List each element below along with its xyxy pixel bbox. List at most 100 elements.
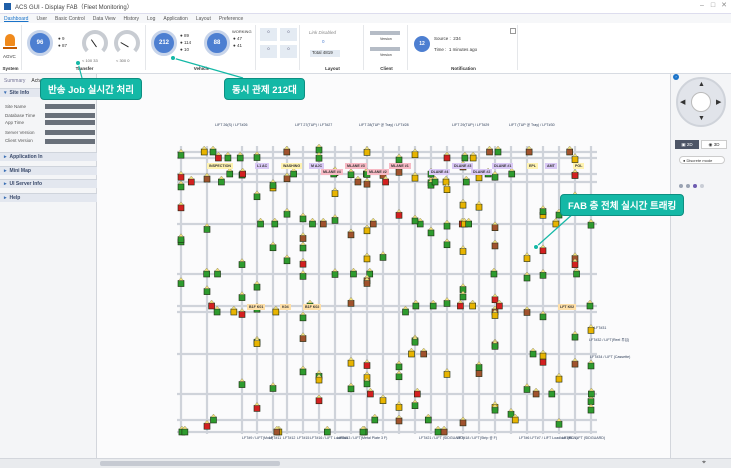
agv-vehicle	[429, 302, 437, 310]
agv-direction	[316, 143, 322, 148]
agv-vehicle	[299, 260, 307, 268]
agv-vehicle	[299, 335, 307, 342]
agv-vehicle	[427, 229, 435, 237]
zone-label: MLANE #4	[321, 169, 343, 175]
menu-log[interactable]: Log	[147, 16, 155, 22]
minimize-icon[interactable]: –	[698, 2, 706, 10]
agv-direction	[566, 145, 573, 150]
layout-label: Layout	[325, 66, 340, 71]
left-sidebar: Summary Actv ▾ Site Info Site Name Databa…	[0, 74, 97, 464]
scroll-thumb[interactable]	[100, 461, 280, 466]
agv-direction	[508, 408, 514, 412]
menu-data-view[interactable]: Data View	[93, 16, 116, 22]
menu-history[interactable]: History	[123, 16, 139, 22]
agv-direction	[355, 175, 361, 180]
nav-center[interactable]	[691, 92, 711, 112]
arrow-right-icon[interactable]: ▶	[716, 98, 721, 106]
menu-basic-control[interactable]: Basic Control	[55, 16, 85, 22]
maximize-icon[interactable]: □	[709, 2, 717, 10]
app-time-value	[45, 120, 95, 125]
agv-direction	[553, 217, 559, 222]
agv-direction	[495, 145, 501, 150]
agv-direction	[408, 347, 415, 352]
agv-vehicle	[571, 156, 579, 163]
agv-vehicle	[475, 364, 483, 371]
agv-vehicle	[431, 178, 439, 186]
agv-direction	[364, 146, 370, 150]
agv-vehicle	[299, 314, 307, 322]
agv-direction	[239, 308, 245, 312]
expand-icon[interactable]: ›	[673, 74, 679, 80]
title-bar: ACS GUI - Display FAB（Fleet Monitoring） …	[0, 0, 731, 14]
transfer-gauge-b-text: < 300 0	[116, 58, 130, 63]
agv-direction	[540, 349, 546, 354]
notification-count[interactable]: 12	[414, 36, 430, 52]
agv-vehicle	[203, 422, 211, 430]
ui-server-info-header[interactable]: ▸ UI Server Info	[0, 179, 97, 188]
working-stat-b: ● 41	[233, 43, 242, 48]
menu-layout[interactable]: Layout	[196, 16, 211, 22]
help-header[interactable]: ▸ Help	[0, 193, 97, 202]
client-bar-2	[370, 47, 400, 51]
client-version-value	[45, 139, 95, 144]
vehicle-mini-group: 0 0 0 0	[258, 25, 300, 70]
chevron-right-icon: ▸	[4, 154, 7, 160]
agv-direction	[412, 399, 418, 403]
agv-direction	[417, 217, 424, 222]
agv-vehicle	[525, 148, 533, 156]
callout-concurrent-control: 동시 관제 212대	[224, 78, 305, 100]
agv-direction	[476, 361, 482, 365]
fab-map-canvas[interactable]: INSPECTION L1 AC WASHING M AJC MLANE #4 …	[97, 74, 670, 464]
discrete-mode-toggle[interactable]: ● Discrete mode	[679, 156, 725, 164]
agv-direction	[257, 217, 264, 222]
agv-direction	[412, 214, 418, 219]
transfer-total-badge[interactable]: 96	[27, 30, 53, 56]
navigation-pad[interactable]: ▲ ▼ ◀ ▶	[676, 77, 726, 127]
transfer-label: Transfer	[75, 66, 94, 71]
lift-label: LFT#11	[269, 436, 282, 440]
agv-vehicle	[363, 227, 371, 235]
vehicle-total-badge[interactable]: 212	[151, 30, 177, 56]
lift-label: LFT#31	[594, 326, 607, 330]
application-info-header[interactable]: ▸ Application In	[0, 152, 97, 161]
agv-direction	[396, 209, 402, 213]
agv-vehicle	[539, 313, 547, 321]
agv-vehicle	[299, 273, 307, 280]
agv-vehicle	[412, 302, 420, 310]
agv-vehicle	[511, 416, 519, 424]
tab-3d[interactable]: ◉ 3D	[701, 140, 727, 149]
agv-direction	[588, 359, 594, 364]
agv-direction	[218, 175, 225, 180]
notification-source: Source : 234	[434, 36, 461, 41]
agv-vehicle	[319, 220, 327, 228]
menu-user[interactable]: User	[36, 16, 47, 22]
agv-direction	[204, 285, 210, 289]
arrow-up-icon[interactable]: ▲	[698, 81, 705, 88]
agv-direction	[208, 299, 215, 304]
mini-box-4: 0	[280, 45, 297, 58]
mini-map-header[interactable]: ▸ Mini Map	[0, 166, 97, 175]
working-label: WORKING	[232, 29, 252, 34]
agv-direction	[284, 207, 290, 212]
tab-2d[interactable]: ▣ 2D	[675, 140, 699, 149]
menu-dashboard[interactable]: Dashboard	[4, 16, 28, 22]
agv-direction	[300, 365, 306, 370]
transfer-stat-b: ● 87	[58, 43, 67, 48]
notification-checkbox[interactable]	[510, 28, 516, 34]
menu-preference[interactable]: Preference	[219, 16, 243, 22]
close-icon[interactable]: ✕	[720, 2, 728, 10]
agv-vehicle	[315, 376, 323, 384]
bottom-scrollbar[interactable]: ⌖	[0, 458, 731, 468]
agv-vehicle	[253, 193, 261, 201]
location-icon[interactable]: ⌖	[702, 459, 706, 467]
arrow-left-icon[interactable]: ◀	[680, 98, 685, 106]
arrow-down-icon[interactable]: ▼	[698, 115, 705, 122]
vehicle-working-badge[interactable]: 88	[204, 30, 230, 56]
agv-direction	[178, 233, 184, 237]
lift-label: LIFT 27(TUP) / LFT#27	[295, 123, 333, 127]
menu-application[interactable]: Application	[163, 16, 187, 22]
agv-vehicle	[253, 405, 261, 412]
tab-summary[interactable]: Summary	[4, 78, 25, 84]
agv-vehicle	[177, 151, 185, 159]
agv-vehicle	[363, 180, 371, 188]
